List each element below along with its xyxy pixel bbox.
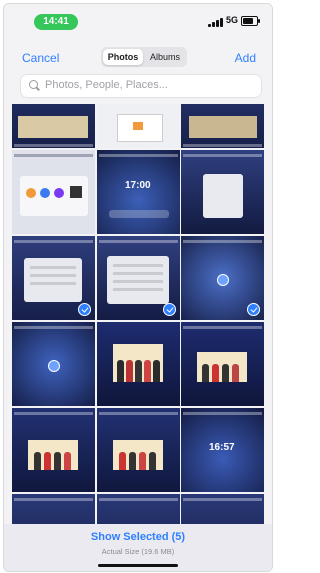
home-indicator[interactable] — [98, 564, 178, 567]
photo-thumbnail[interactable] — [97, 104, 180, 148]
photo-grid: 17:00 16:57 — [12, 104, 264, 524]
selected-checkmark-icon — [78, 303, 91, 316]
clock-label: 16:57 — [209, 442, 235, 453]
photo-thumbnail[interactable] — [181, 104, 264, 148]
actual-size-label: Actual Size (19.6 MB) — [101, 547, 175, 556]
photo-thumbnail[interactable] — [97, 494, 180, 524]
network-label: 5G — [226, 15, 239, 25]
photo-thumbnail[interactable] — [12, 150, 95, 234]
photo-thumbnail[interactable] — [181, 322, 264, 406]
cancel-button[interactable]: Cancel — [22, 51, 59, 65]
photo-thumbnail[interactable]: 16:57 — [181, 408, 264, 492]
photo-thumbnail[interactable] — [12, 236, 95, 320]
picker-header: Cancel Photos Albums Add Photos, People,… — [4, 34, 272, 104]
status-bar: 14:41 5G — [4, 4, 272, 34]
show-selected-button[interactable]: Show Selected (5) — [4, 531, 272, 543]
photo-picker-screen: 14:41 5G Cancel Photos Albums Add Photos… — [3, 3, 273, 572]
photo-thumbnail[interactable]: 17:00 — [97, 150, 180, 234]
add-button[interactable]: Add — [235, 51, 256, 65]
photo-thumbnail[interactable] — [97, 322, 180, 406]
photo-thumbnail[interactable] — [12, 322, 95, 406]
selected-checkmark-icon — [163, 303, 176, 316]
status-time: 14:41 — [34, 14, 78, 30]
search-icon — [29, 80, 40, 91]
search-input[interactable]: Photos, People, Places... — [20, 74, 262, 98]
selection-footer: Show Selected (5) Actual Size (19.6 MB) — [4, 524, 272, 571]
search-placeholder: Photos, People, Places... — [45, 79, 168, 91]
photo-thumbnail[interactable] — [12, 408, 95, 492]
tab-photos[interactable]: Photos — [103, 49, 143, 65]
photo-thumbnail[interactable] — [181, 494, 264, 524]
selected-checkmark-icon — [247, 303, 260, 316]
signal-icon — [208, 17, 224, 27]
clock-label: 17:00 — [125, 180, 151, 191]
photo-thumbnail[interactable] — [97, 408, 180, 492]
photo-thumbnail[interactable] — [97, 236, 180, 320]
photo-thumbnail[interactable] — [12, 494, 95, 524]
photo-thumbnail[interactable] — [12, 104, 95, 148]
photos-albums-segmented-control: Photos Albums — [101, 47, 187, 67]
photo-thumbnail[interactable] — [181, 150, 264, 234]
battery-icon — [241, 16, 260, 26]
photo-thumbnail[interactable] — [181, 236, 264, 320]
tab-albums[interactable]: Albums — [145, 49, 185, 65]
